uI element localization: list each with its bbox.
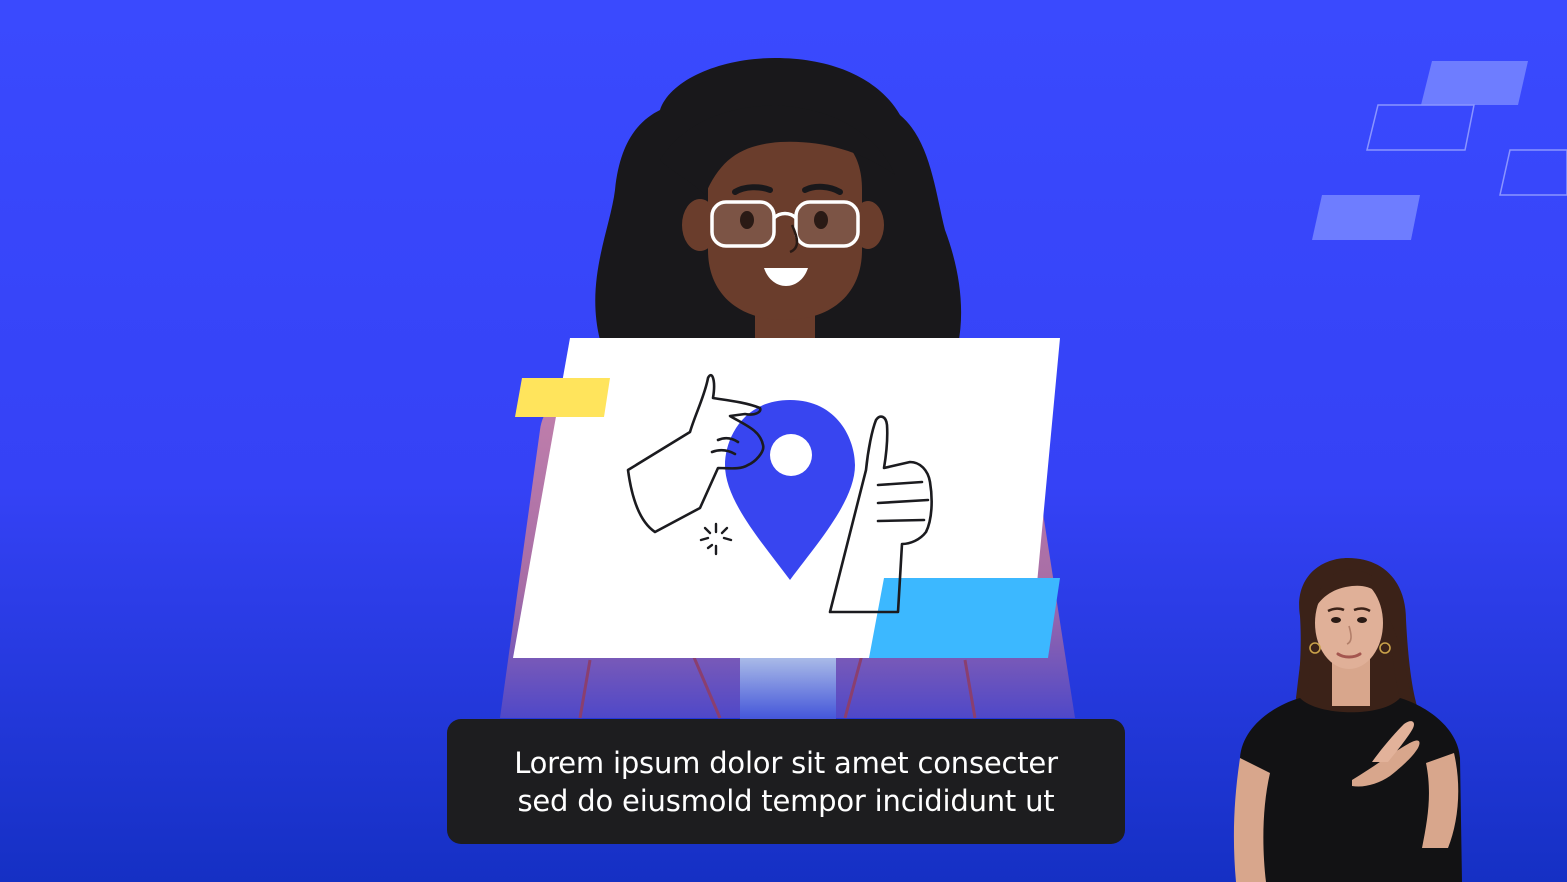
caption-line-1: Lorem ipsum dolor sit amet consecter xyxy=(514,745,1058,780)
yellow-tab xyxy=(515,378,610,417)
cyan-tab xyxy=(869,578,1060,658)
caption-line-2: sed do eiusmold tempor incididunt ut xyxy=(517,783,1055,818)
video-frame: Lorem ipsum dolor sit amet consecter sed… xyxy=(0,0,1567,882)
sign-language-interpreter xyxy=(1222,548,1472,882)
subtitle-caption: Lorem ipsum dolor sit amet consecter sed… xyxy=(447,719,1125,844)
